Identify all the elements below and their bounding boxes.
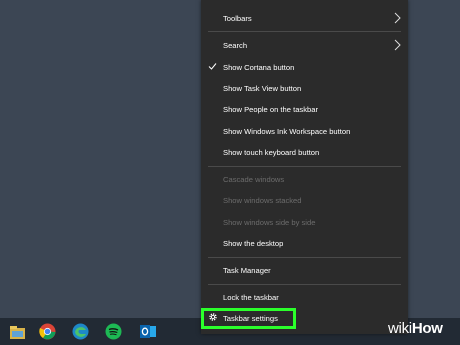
- file-explorer-icon[interactable]: [8, 322, 27, 341]
- menu-separator: [208, 284, 401, 285]
- menu-item-label: Show Windows Ink Workspace button: [223, 126, 351, 136]
- menu-item-toolbars[interactable]: Toolbars: [201, 7, 408, 29]
- highlight-box: [201, 308, 296, 329]
- menu-item-show-windows-side-by-side: Show windows side by side: [201, 211, 408, 233]
- menu-item-label: Toolbars: [223, 13, 252, 23]
- menu-item-label: Show People on the taskbar: [223, 104, 318, 114]
- outlook-icon[interactable]: [138, 322, 157, 341]
- menu-separator: [208, 166, 401, 167]
- menu-item-search[interactable]: Search: [201, 34, 408, 56]
- menu-item-show-touch-keyboard[interactable]: Show touch keyboard button: [201, 141, 408, 163]
- menu-item-label: Show windows side by side: [223, 217, 316, 227]
- menu-item-task-manager[interactable]: Task Manager: [201, 259, 408, 281]
- watermark-how: How: [411, 320, 443, 337]
- menu-item-cascade-windows: Cascade windows: [201, 168, 408, 190]
- menu-separator: [208, 31, 401, 32]
- menu-item-label: Task Manager: [223, 265, 271, 275]
- menu-item-show-windows-stacked: Show windows stacked: [201, 189, 408, 211]
- menu-item-show-windows-ink[interactable]: Show Windows Ink Workspace button: [201, 120, 408, 142]
- menu-item-label: Show Cortana button: [223, 62, 295, 72]
- chevron-right-icon: [394, 39, 401, 51]
- menu-item-lock-the-taskbar[interactable]: Lock the taskbar: [201, 286, 408, 308]
- menu-item-label: Show the desktop: [223, 238, 284, 248]
- taskbar-context-menu: Toolbars Search Show Cortana button Show…: [201, 0, 408, 334]
- menu-item-show-people[interactable]: Show People on the taskbar: [201, 98, 408, 120]
- menu-item-label: Show Task View button: [223, 83, 302, 93]
- wikihow-watermark: wikiHow: [388, 320, 443, 337]
- menu-item-label: Search: [223, 40, 248, 50]
- watermark-wiki: wiki: [388, 320, 412, 337]
- menu-item-label: Show windows stacked: [223, 195, 302, 205]
- menu-item-label: Show touch keyboard button: [223, 147, 320, 157]
- menu-item-label: Lock the taskbar: [223, 292, 279, 302]
- checkmark-icon: [208, 63, 217, 70]
- edge-icon[interactable]: [71, 322, 90, 341]
- menu-item-show-cortana-button[interactable]: Show Cortana button: [201, 56, 408, 78]
- menu-item-label: Cascade windows: [223, 174, 285, 184]
- menu-separator: [208, 257, 401, 258]
- menu-item-show-the-desktop[interactable]: Show the desktop: [201, 232, 408, 254]
- chevron-right-icon: [394, 12, 401, 24]
- spotify-icon[interactable]: [104, 322, 123, 341]
- menu-item-show-task-view-button[interactable]: Show Task View button: [201, 77, 408, 99]
- chrome-icon[interactable]: [38, 322, 57, 341]
